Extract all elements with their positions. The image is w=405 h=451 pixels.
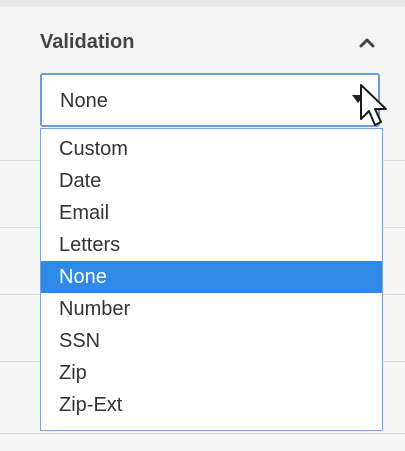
dropdown-option-zip-ext[interactable]: Zip-Ext (41, 389, 382, 421)
select-value: None (60, 90, 108, 112)
triangle-down-icon (352, 95, 364, 103)
chevron-up-icon (359, 38, 375, 48)
dropdown-option-custom[interactable]: Custom (41, 133, 382, 165)
dropdown-option-letters[interactable]: Letters (41, 229, 382, 261)
dropdown-option-date[interactable]: Date (41, 165, 382, 197)
field-divider (0, 433, 405, 434)
dropdown-list: Custom Date Email Letters None Number SSN Zip Zi… (40, 128, 383, 431)
collapse-button[interactable] (352, 29, 382, 55)
validation-panel: Validation None Custom Date Email Letters No… (0, 0, 405, 451)
dropdown-option-none[interactable]: None (41, 261, 382, 293)
dropdown-option-email[interactable]: Email (41, 197, 382, 229)
dropdown-option-ssn[interactable]: SSN (41, 325, 382, 357)
validation-select[interactable]: None (40, 73, 380, 127)
section-title: Validation (40, 31, 135, 53)
dropdown-option-zip[interactable]: Zip (41, 357, 382, 389)
dropdown-option-number[interactable]: Number (41, 293, 382, 325)
top-divider (0, 0, 405, 7)
